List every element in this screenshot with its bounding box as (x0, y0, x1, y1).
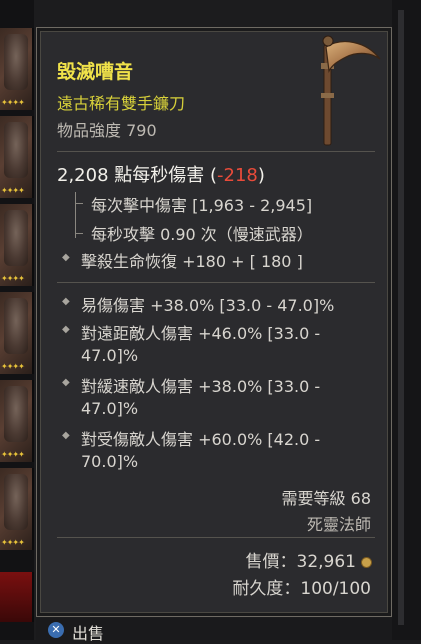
item-thumbnail (4, 210, 28, 266)
affix-injured-cont: 70.0]% (81, 452, 139, 471)
item-thumbnail (4, 34, 28, 90)
life-on-kill: 擊殺生命恢復 +180 + [ 180 ] (81, 252, 303, 271)
quality-stars: ✦✦✦✦ (1, 450, 25, 459)
gold-coin-icon (362, 557, 371, 567)
item-thumbnail (4, 474, 28, 530)
affix-slowed-cont: 47.0]% (81, 399, 139, 418)
required-level: 需要等級 68 (281, 489, 371, 508)
bullet-icon: ◆ (62, 296, 70, 307)
inventory-slot[interactable]: ✦✦✦✦ (0, 116, 34, 198)
frame-edge (398, 10, 404, 625)
bullet-icon: ◆ (62, 252, 70, 263)
divider (57, 537, 375, 538)
inventory-slot[interactable]: ✦✦✦✦ (0, 204, 34, 286)
quality-stars: ✦✦✦✦ (1, 186, 25, 195)
bullet-icon: ◆ (62, 324, 70, 335)
item-power: 物品強度 790 (57, 121, 157, 140)
inventory-slot[interactable] (0, 572, 34, 622)
inventory-slot[interactable]: ✦✦✦✦ (0, 468, 34, 550)
tree-line (75, 192, 76, 238)
inventory-slot[interactable]: ✦✦✦✦ (0, 380, 34, 462)
affix-distant: 對遠距敵人傷害 +46.0% [33.0 - (81, 324, 321, 343)
required-class: 死靈法師 (306, 515, 371, 534)
quality-stars: ✦✦✦✦ (1, 362, 25, 371)
inventory-strip: ✦✦✦✦ ✦✦✦✦ ✦✦✦✦ ✦✦✦✦ ✦✦✦✦ ✦✦✦✦ (0, 0, 34, 640)
item-thumbnail (4, 298, 28, 354)
x-button-icon[interactable]: ✕ (48, 622, 64, 638)
inventory-slot[interactable]: ✦✦✦✦ (0, 292, 34, 374)
tree-branch (75, 203, 83, 204)
item-thumbnail (4, 122, 28, 178)
item-type: 遠古稀有雙手鐮刀 (57, 94, 186, 113)
item-thumbnail (4, 386, 28, 442)
quality-stars: ✦✦✦✦ (1, 274, 25, 283)
divider (57, 282, 375, 283)
divider (57, 151, 375, 152)
sell-button[interactable]: 出售 (72, 620, 104, 644)
sell-price: 售價：32,961 (246, 547, 371, 572)
affix-distant-cont: 47.0]% (81, 346, 139, 365)
item-name: 毀滅嘈音 (57, 61, 134, 83)
dps-line: 2,208 點每秒傷害 (-218) (57, 161, 265, 187)
right-frame (392, 0, 421, 640)
dps-open: ( (204, 165, 218, 186)
attacks-per-second: 每秒攻擊 0.90 次（慢速武器） (91, 225, 313, 244)
quality-stars: ✦✦✦✦ (1, 538, 25, 547)
dps-close: ) (257, 165, 265, 186)
sell-price-text: 售價：32,961 (245, 552, 356, 572)
dps-delta: -218 (217, 165, 258, 186)
affix-slowed: 對緩速敵人傷害 +38.0% [33.0 - (81, 377, 321, 396)
scythe-icon (321, 35, 381, 146)
item-tooltip: 毀滅嘈音 遠古稀有雙手鐮刀 物品強度 790 2,208 點每秒傷害 (-218… (36, 27, 392, 617)
quality-stars: ✦✦✦✦ (1, 98, 25, 107)
action-bar: ✕ 出售 (36, 618, 392, 643)
durability: 耐久度：100/100 (232, 579, 371, 599)
bullet-icon: ◆ (62, 377, 70, 388)
damage-per-hit: 每次擊中傷害 [1,963 - 2,945] (91, 196, 313, 215)
bullet-icon: ◆ (62, 430, 70, 441)
inventory-slot[interactable]: ✦✦✦✦ (0, 28, 34, 110)
affix-vulnerable: 易傷傷害 +38.0% [33.0 - 47.0]% (81, 296, 335, 315)
affix-injured: 對受傷敵人傷害 +60.0% [42.0 - (81, 430, 321, 449)
tree-branch (75, 233, 83, 234)
dps-value: 2,208 點每秒傷害 (57, 165, 205, 186)
